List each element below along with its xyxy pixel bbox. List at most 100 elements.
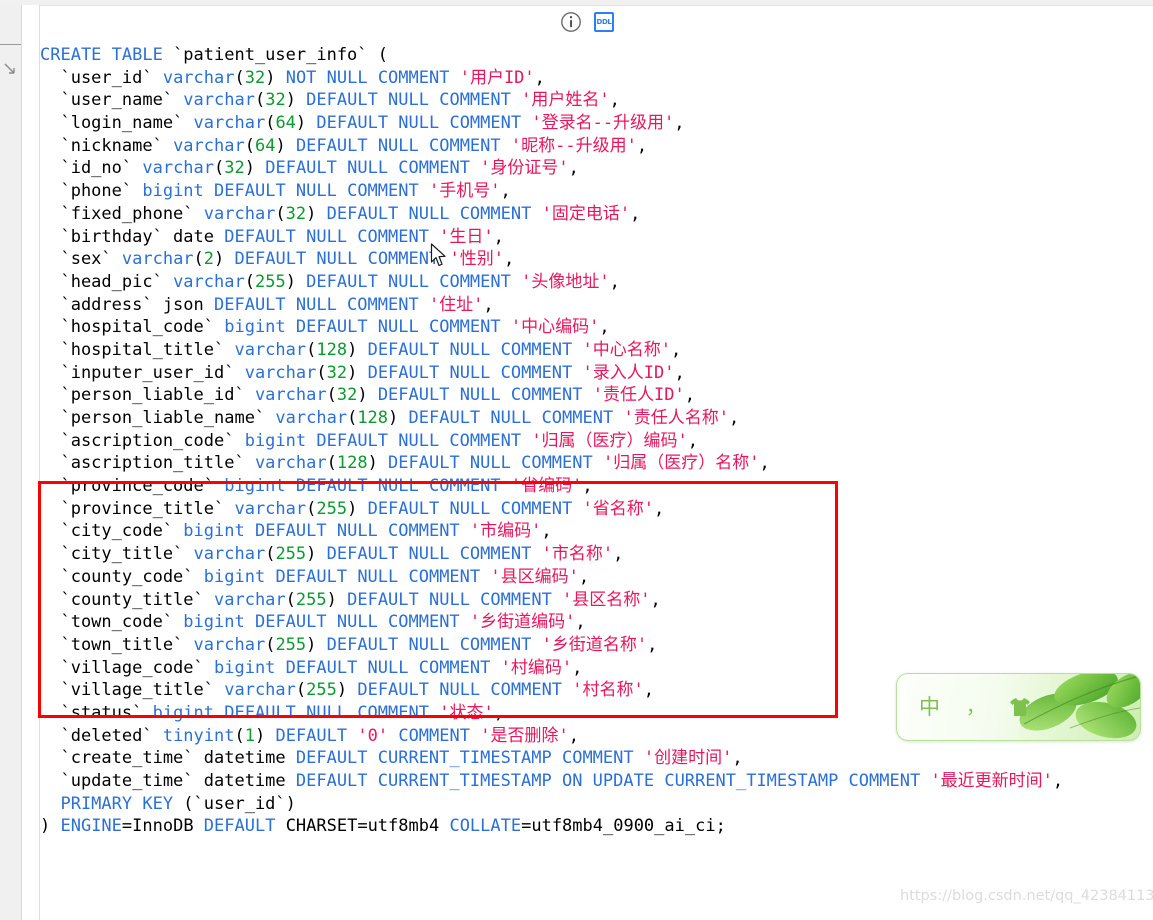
- code-token-plain: `ascription_code`: [40, 430, 245, 451]
- code-token-kw: varchar: [183, 90, 255, 111]
- code-token-plain: ,: [609, 90, 620, 111]
- code-token-kw: DEFAULT NULL COMMENT: [326, 544, 542, 565]
- code-token-kw: varchar: [142, 158, 215, 179]
- code-token-str: '创建时间': [643, 748, 733, 769]
- code-token-plain: `person_liable_name`: [40, 408, 276, 428]
- code-line: `province_code` bigint DEFAULT NULL COMM…: [40, 475, 1150, 498]
- code-token-plain: ,: [732, 748, 743, 769]
- code-token-plain: ): [347, 362, 368, 383]
- code-token-plain: ,: [759, 453, 770, 474]
- code-token-plain: ): [326, 589, 348, 610]
- code-token-plain: ): [40, 816, 61, 837]
- left-sidebar-rail[interactable]: [0, 5, 22, 920]
- code-token-kw: bigint: [183, 612, 245, 633]
- code-token-plain: ): [275, 135, 296, 156]
- code-token-plain: (: [326, 385, 337, 406]
- code-token-str: '村编码': [500, 657, 573, 678]
- code-token-plain: `user_name`: [40, 90, 184, 111]
- code-token-plain: `town_code`: [40, 612, 184, 633]
- code-token-plain: ,: [609, 271, 620, 292]
- code-line: `town_code` bigint DEFAULT NULL COMMENT …: [40, 611, 1150, 634]
- code-token-kw: bigint: [142, 181, 204, 202]
- info-circle-icon[interactable]: [560, 11, 582, 33]
- code-line: `fixed_phone` varchar(32) DEFAULT NULL C…: [40, 203, 1150, 226]
- code-token-str: '中心编码': [510, 317, 600, 338]
- code-token-plain: `login_name`: [40, 113, 194, 134]
- code-token-plain: ,: [493, 702, 504, 723]
- code-token-kw: DEFAULT NULL COMMENT: [214, 181, 429, 202]
- code-token-plain: =InnoDB: [121, 816, 204, 837]
- code-line: `head_pic` varchar(255) DEFAULT NULL COM…: [40, 271, 1150, 294]
- code-token-plain: (: [214, 158, 225, 179]
- code-token-str: '乡街道名称': [541, 634, 648, 655]
- code-line: `sex` varchar(2) DEFAULT NULL COMMENT '性…: [40, 248, 1150, 271]
- code-token-kw: DEFAULT: [203, 816, 286, 837]
- code-token-kw: varchar: [214, 589, 286, 610]
- code-token-plain: ): [336, 680, 358, 701]
- code-line: `city_title` varchar(255) DEFAULT NULL C…: [40, 543, 1150, 566]
- code-token-plain: `sex`: [40, 249, 122, 270]
- ime-floating-toolbar[interactable]: 中 ，: [896, 673, 1141, 741]
- code-token-plain: `city_title`: [40, 544, 194, 565]
- code-token-plain: `nickname`: [40, 135, 174, 156]
- code-token-plain: ,: [674, 362, 685, 383]
- code-token-kw: NOT NULL COMMENT: [285, 67, 460, 88]
- code-token-plain: `village_code`: [40, 657, 214, 678]
- code-token-kw: DEFAULT NULL COMMENT: [347, 589, 563, 610]
- code-token-kw: bigint: [224, 317, 286, 338]
- code-token-kw: DEFAULT NULL COMMENT: [367, 339, 583, 360]
- code-token-kw: DEFAULT NULL COMMENT: [254, 521, 470, 542]
- code-token-str: '0': [357, 725, 389, 746]
- ddl-icon[interactable]: DDL: [594, 12, 614, 32]
- code-token-plain: `province_code`: [40, 476, 225, 497]
- code-token-plain: ): [347, 339, 368, 360]
- chevron-collapse-icon[interactable]: [3, 61, 17, 79]
- code-line: `town_title` varchar(255) DEFAULT NULL C…: [40, 634, 1150, 657]
- code-token-kw: varchar: [173, 271, 245, 292]
- code-token-plain: (: [244, 271, 255, 292]
- code-token-num: 32: [326, 362, 348, 383]
- code-token-plain: (: [265, 634, 276, 655]
- code-token-plain: `birthday` date: [40, 226, 225, 247]
- code-token-kw: bigint: [244, 430, 307, 451]
- code-token-kw: bigint: [203, 566, 266, 587]
- code-token-num: 32: [336, 385, 358, 406]
- code-token-plain: ,: [572, 657, 583, 678]
- code-token-kw: bigint: [183, 521, 245, 542]
- code-token-plain: (: [234, 67, 245, 88]
- code-token-kw: PRIMARY KEY: [40, 793, 184, 814]
- code-token-kw: DEFAULT NULL COMMENT: [234, 249, 450, 270]
- code-token-plain: `patient_user_info` (: [173, 45, 388, 65]
- code-token-plain: `province_title`: [40, 498, 235, 519]
- code-token-str: '固定电话': [541, 203, 631, 224]
- code-token-kw: DEFAULT NULL COMMENT: [306, 271, 522, 292]
- code-token-plain: ,: [483, 294, 494, 315]
- code-token-kw: DEFAULT NULL COMMENT: [295, 476, 511, 497]
- code-line: CREATE TABLE `patient_user_info` (: [40, 44, 1150, 67]
- code-token-plain: ,: [650, 589, 661, 610]
- code-token-plain: (: [234, 725, 245, 746]
- code-token-plain: `village_title`: [40, 680, 225, 701]
- code-token-plain: ,: [654, 498, 665, 519]
- code-token-kw: DEFAULT NULL COMMENT: [388, 453, 603, 474]
- code-token-str: '责任人名称': [623, 408, 729, 428]
- code-token-plain: (: [275, 203, 286, 224]
- code-token-kw: DEFAULT NULL COMMENT: [265, 158, 481, 179]
- code-token-plain: ,: [684, 385, 695, 406]
- code-token-kw: varchar: [193, 544, 266, 565]
- ime-language-toggle[interactable]: 中: [919, 696, 940, 718]
- code-token-plain: (: [306, 339, 317, 360]
- code-token-plain: `fixed_phone`: [40, 203, 204, 224]
- ime-skin-icon[interactable]: [1009, 697, 1031, 717]
- code-token-plain: ,: [503, 249, 515, 270]
- ime-punctuation-toggle[interactable]: ，: [966, 697, 985, 717]
- code-token-str: '归属（医疗）编码': [531, 430, 688, 451]
- code-token-kw: DEFAULT NULL COMMENT: [214, 294, 429, 315]
- code-token-kw: varchar: [275, 408, 348, 428]
- code-token-kw: DEFAULT NULL COMMENT: [275, 566, 491, 587]
- code-token-num: 32: [285, 203, 307, 224]
- code-token-plain: (: [347, 408, 358, 428]
